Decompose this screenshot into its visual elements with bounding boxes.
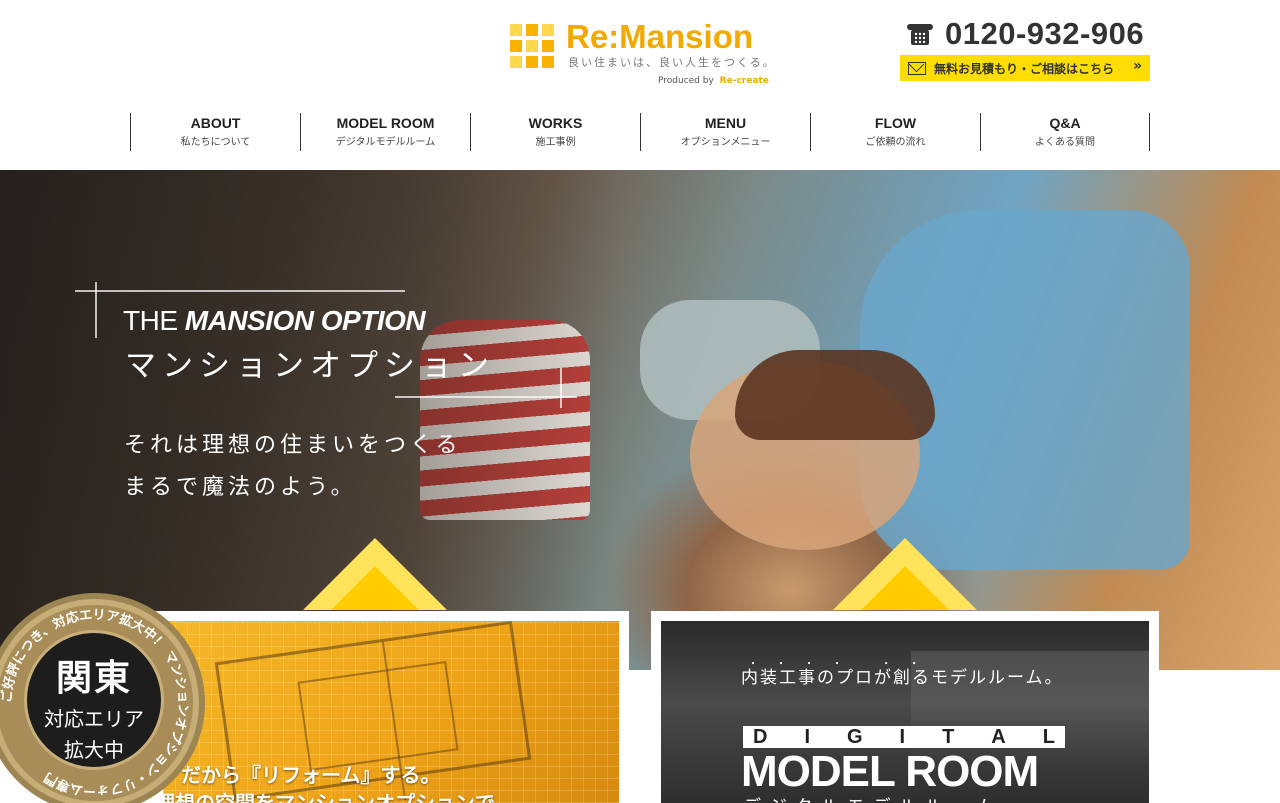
produced-by-label: Produced by xyxy=(658,76,714,86)
logo-tagline: 良い住まいは、良い人生をつくる。 xyxy=(568,56,776,69)
copy-frame-line xyxy=(95,282,97,338)
hero-lead-line-2: まるで魔法のよう。 xyxy=(124,475,357,500)
nav-label-en: MENU xyxy=(704,115,747,131)
nav-label-en: Q&A xyxy=(1049,115,1081,131)
copy-frame-line xyxy=(560,368,562,408)
model-room-kicker: 内装工事のプロが創るモデルルーム。 xyxy=(741,668,1064,688)
nav-item-menu[interactable]: MENU オプションメニュー xyxy=(640,113,810,151)
hero-photo-mother-hair xyxy=(735,350,935,440)
double-chevron-right-icon: » xyxy=(1132,58,1142,74)
digital-letter: G xyxy=(846,725,863,748)
nav-label-en: FLOW xyxy=(874,115,917,131)
global-nav: ABOUT 私たちについて MODEL ROOM デジタルモデルルーム WORK… xyxy=(130,113,1150,151)
reform-card-title: だから『リフォーム』する。 xyxy=(181,763,441,787)
free-estimate-label: 無料お見積もり・ご相談はこちら xyxy=(934,61,1115,76)
nav-label-en: ABOUT xyxy=(190,115,241,131)
hero-title-en: THE MANSION OPTION xyxy=(123,305,426,337)
phone-number[interactable]: 0120-932-906 xyxy=(945,16,1144,52)
produced-by: Produced by Re-create xyxy=(658,76,769,86)
nav-item-about[interactable]: ABOUT 私たちについて xyxy=(130,113,300,151)
triangle-ornament xyxy=(833,538,977,610)
free-estimate-button[interactable]: 無料お見積もり・ご相談はこちら » xyxy=(900,55,1150,81)
copy-frame-line xyxy=(395,396,577,398)
hero-lead-line-1: それは理想の住まいをつくる xyxy=(124,433,462,458)
reform-card-subtitle: 理想の空間をマンションオプションで xyxy=(163,791,495,803)
producer-name: Re-create xyxy=(719,76,769,86)
reform-card[interactable]: だから『リフォーム』する。 理想の空間をマンションオプションで xyxy=(153,611,629,803)
digital-letter: I xyxy=(899,725,906,748)
hero-lead: それは理想の住まいをつくる まるで魔法のよう。 xyxy=(124,425,462,509)
badge-center: 関東 対応エリア 拡大中 xyxy=(24,630,164,770)
nav-label-ja: ご依頼の流れ xyxy=(865,137,926,148)
hero-title-ja: マンションオプション xyxy=(125,348,495,384)
area-expansion-badge: ご好評につき、対応エリア拡大中！ マンションオプション・リフォーム専門 関東 対… xyxy=(0,590,208,803)
phone-contact[interactable]: 0120-932-906 xyxy=(905,16,1144,52)
logo-mark-icon xyxy=(510,24,554,68)
badge-line-1: 関東 xyxy=(55,657,132,699)
model-room-card-image: ・・・・ ・・ 内装工事のプロが創るモデルルーム。 D I G I T A L … xyxy=(661,621,1149,803)
nav-label-ja: デジタルモデルルーム xyxy=(335,137,436,148)
triangle-ornament xyxy=(303,538,447,610)
mail-icon xyxy=(908,61,926,75)
nav-label-ja: よくある質問 xyxy=(1035,137,1095,148)
digital-letter: L xyxy=(1042,725,1055,748)
digital-letter: I xyxy=(804,725,810,748)
nav-item-flow[interactable]: FLOW ご依頼の流れ xyxy=(810,113,980,151)
digital-letter: A xyxy=(991,725,1006,748)
nav-label-ja: オプションメニュー xyxy=(680,137,771,148)
site-header: Re:Mansion 良い住まいは、良い人生をつくる。 Produced by … xyxy=(0,0,1280,170)
digital-model-room-card[interactable]: ・・・・ ・・ 内装工事のプロが創るモデルルーム。 D I G I T A L … xyxy=(651,611,1159,803)
nav-item-model-room[interactable]: MODEL ROOM デジタルモデルルーム xyxy=(300,113,470,151)
copy-frame-line xyxy=(75,290,405,292)
hero-title-prefix: THE xyxy=(123,305,178,336)
digital-letter: D xyxy=(753,725,768,748)
nav-label-en: MODEL ROOM xyxy=(336,115,435,131)
nav-label-en: WORKS xyxy=(528,115,583,131)
model-room-title-ja: デジタルモデルルーム xyxy=(743,793,1002,803)
nav-label-ja: 施工事例 xyxy=(535,137,576,148)
badge-line-3: 拡大中 xyxy=(64,738,124,762)
hero-title-bold: MANSION OPTION xyxy=(184,305,426,336)
badge-line-2: 対応エリア xyxy=(44,707,144,731)
digital-letter: T xyxy=(942,725,955,748)
nav-label-ja: 私たちについて xyxy=(180,137,251,148)
telephone-icon xyxy=(905,21,935,47)
site-logo[interactable]: Re:Mansion 良い住まいは、良い人生をつくる。 Produced by … xyxy=(510,18,774,90)
reform-card-image: だから『リフォーム』する。 理想の空間をマンションオプションで xyxy=(163,621,619,803)
digital-banner: D I G I T A L xyxy=(743,726,1065,748)
nav-item-qa[interactable]: Q&A よくある質問 xyxy=(980,113,1150,151)
model-room-title: MODEL ROOM xyxy=(741,747,1039,796)
logo-wordmark: Re:Mansion xyxy=(566,18,754,55)
nav-item-works[interactable]: WORKS 施工事例 xyxy=(470,113,640,151)
